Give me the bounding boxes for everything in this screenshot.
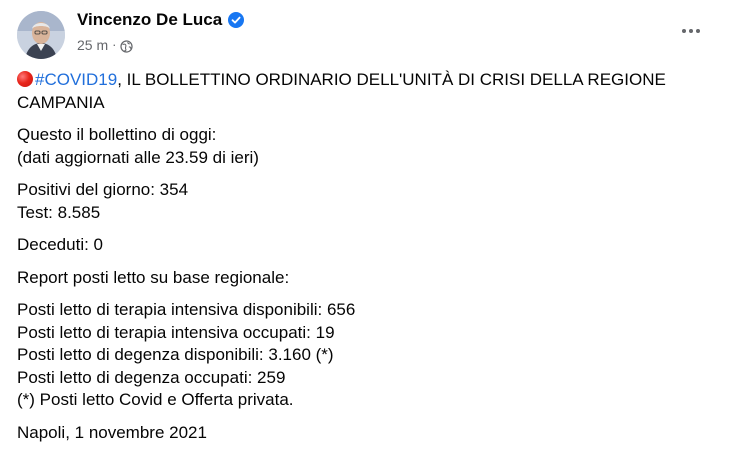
hashtag-link[interactable]: #COVID19	[35, 70, 117, 89]
beds-line: Posti letto di degenza disponibili: 3.16…	[17, 345, 334, 364]
intro-line-2: (dati aggiornati alle 23.59 di ieri)	[17, 147, 259, 167]
headline-text: , IL BOLLETTINO ORDINARIO DELL'UNITÀ DI …	[117, 70, 666, 89]
beds-paragraph: Posti letto di terapia intensiva disponi…	[17, 299, 707, 412]
report-title-paragraph: Report posti letto su base regionale:	[17, 267, 707, 290]
intro-line-1: Questo il bollettino di oggi:	[17, 125, 217, 144]
cases-paragraph: Positivi del giorno: 354 Test: 8.585	[17, 179, 707, 224]
globe-icon[interactable]	[120, 39, 134, 53]
beds-footnote: (*) Posti letto Covid e Offerta privata.	[17, 390, 294, 409]
headline-line-1: #COVID19, IL BOLLETTINO ORDINARIO DELL'U…	[17, 69, 707, 92]
facebook-post: Vincenzo De Luca 25 m · #COVID19, IL BOL…	[0, 0, 729, 469]
intro-paragraph: Questo il bollettino di oggi: (dati aggi…	[17, 124, 707, 169]
positives-line: Positivi del giorno: 354	[17, 180, 189, 199]
deaths-line: Deceduti: 0	[17, 235, 103, 254]
headline-line-2: CAMPANIA	[17, 92, 105, 112]
author-avatar[interactable]	[17, 11, 65, 59]
verified-badge-icon	[228, 12, 245, 28]
signature-line: Napoli, 1 novembre 2021	[17, 422, 207, 442]
report-title: Report posti letto su base regionale:	[17, 267, 290, 287]
post-timestamp[interactable]: 25 m	[77, 36, 108, 54]
meta-separator: ·	[112, 37, 117, 52]
more-options-icon[interactable]	[674, 18, 708, 44]
post-headline: #COVID19, IL BOLLETTINO ORDINARIO DELL'U…	[17, 69, 707, 114]
signature-paragraph: Napoli, 1 novembre 2021	[17, 422, 707, 445]
beds-line: Posti letto di terapia intensiva disponi…	[17, 300, 356, 319]
author-name[interactable]: Vincenzo De Luca	[77, 9, 222, 31]
red-circle-emoji-icon	[17, 71, 33, 87]
post-body: #COVID19, IL BOLLETTINO ORDINARIO DELL'U…	[17, 69, 707, 454]
beds-line: Posti letto di degenza occupati: 259	[17, 367, 286, 387]
deaths-paragraph: Deceduti: 0	[17, 234, 707, 257]
avatar-photo	[17, 11, 65, 59]
tests-line: Test: 8.585	[17, 202, 101, 222]
author-line: Vincenzo De Luca	[77, 9, 245, 31]
post-meta: 25 m ·	[77, 36, 134, 54]
beds-line: Posti letto di terapia intensiva occupat…	[17, 322, 335, 342]
